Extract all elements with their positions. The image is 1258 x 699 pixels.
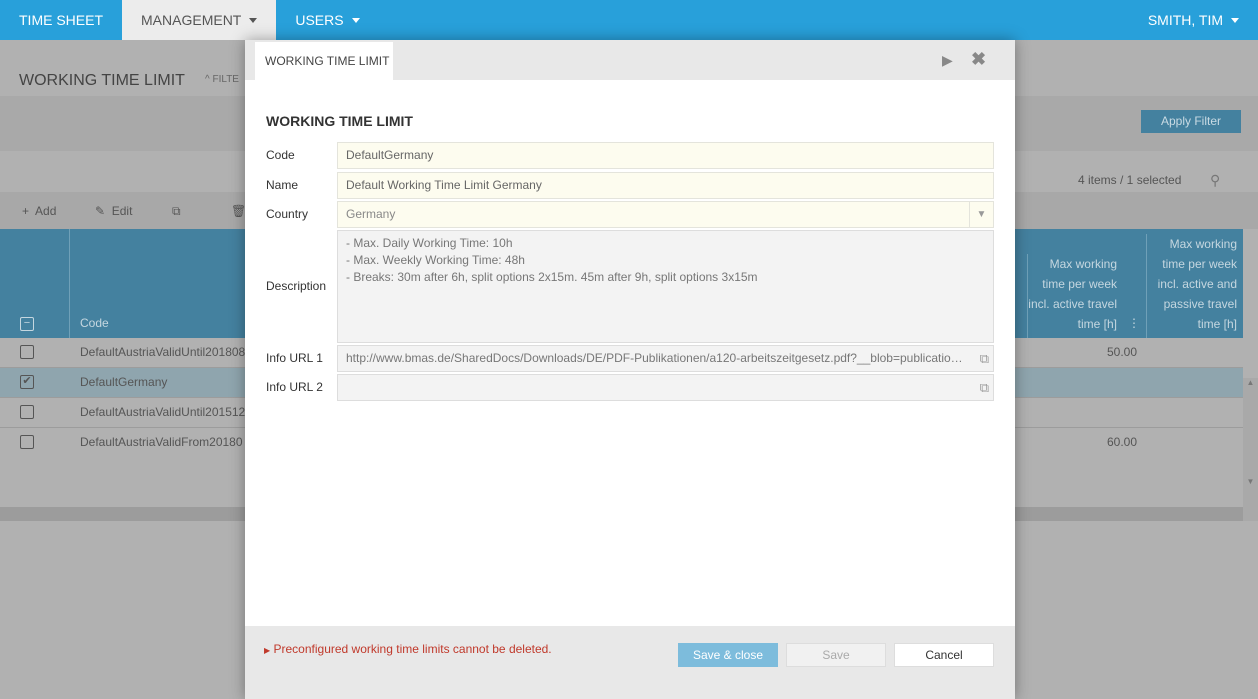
copy-icon[interactable]: ⧉: [172, 204, 181, 219]
trash-icon[interactable]: 🗑: [231, 204, 246, 218]
nav-management[interactable]: MANAGEMENT: [122, 0, 277, 40]
row-code: DefaultAustriaValidFrom20180: [80, 435, 243, 449]
edit-button[interactable]: ✎ Edit: [95, 204, 132, 218]
chevron-down-icon: [249, 18, 258, 27]
warning-message: ▶ Preconfigured working time limits cann…: [264, 642, 552, 656]
chevron-down-icon[interactable]: ▼: [969, 202, 993, 227]
row-value: 50.00: [1106, 345, 1137, 359]
warning-text: Preconfigured working time limits cannot…: [273, 642, 552, 656]
cancel-button[interactable]: Cancel: [894, 643, 994, 667]
dialog-tab[interactable]: WORKING TIME LIMIT: [255, 42, 393, 80]
close-icon[interactable]: ✖: [971, 49, 986, 70]
caret-right-icon: ▶: [264, 646, 271, 655]
user-name: SMITH, TIM: [1147, 12, 1223, 28]
column-header-week-passive[interactable]: Max working time per week incl. active a…: [1146, 234, 1237, 338]
apply-filter-button[interactable]: Apply Filter: [1141, 110, 1241, 133]
name-label: Name: [266, 178, 299, 192]
country-value: Germany: [346, 207, 396, 221]
filter-toggle[interactable]: ^ FILTE: [205, 74, 239, 85]
page-title: WORKING TIME LIMIT: [19, 72, 185, 89]
search-icon[interactable]: ⚲: [1210, 172, 1220, 189]
vertical-scrollbar[interactable]: ▲ ▼: [1243, 378, 1258, 521]
nav-users[interactable]: USERS: [276, 0, 378, 40]
form-title: WORKING TIME LIMIT: [266, 113, 413, 129]
info-url-1-field[interactable]: http://www.bmas.de/SharedDocs/Downloads/…: [337, 345, 994, 372]
name-field[interactable]: Default Working Time Limit Germany: [337, 172, 994, 199]
play-icon[interactable]: ▶: [942, 52, 953, 69]
top-nav: TIME SHEET MANAGEMENT USERS SMITH, TIM: [0, 0, 1258, 40]
country-label: Country: [266, 207, 309, 221]
info-url-1-value: http://www.bmas.de/SharedDocs/Downloads/…: [346, 351, 963, 365]
info-url-1-label: Info URL 1: [266, 351, 323, 365]
select-all-header: −: [0, 229, 70, 338]
add-label: Add: [35, 204, 57, 218]
code-label: Code: [266, 148, 295, 162]
chevron-down-icon: [351, 18, 360, 27]
description-label: Description: [266, 279, 327, 293]
filter-label: FILTE: [212, 74, 239, 85]
row-code: DefaultAustriaValidUntil201512: [80, 405, 246, 419]
row-value: 60.00: [1106, 435, 1137, 449]
plus-icon: +: [22, 204, 30, 218]
column-menu-icon[interactable]: ⋮: [1128, 316, 1140, 330]
external-link-icon[interactable]: ⧉: [980, 375, 989, 400]
dialog-header: WORKING TIME LIMIT ▶ ✖: [245, 40, 1015, 80]
select-all-checkbox[interactable]: −: [20, 317, 34, 331]
nav-users-label: USERS: [295, 12, 344, 28]
chevron-down-icon: [1231, 18, 1239, 27]
code-field[interactable]: DefaultGermany: [337, 142, 994, 169]
nav-time-sheet[interactable]: TIME SHEET: [0, 0, 122, 40]
edit-label: Edit: [111, 204, 133, 218]
pencil-icon: ✎: [95, 204, 106, 218]
column-header-code[interactable]: Code: [80, 316, 109, 330]
nav-management-label: MANAGEMENT: [141, 12, 242, 28]
save-close-button[interactable]: Save & close: [678, 643, 778, 667]
item-count: 4 items / 1 selected: [1078, 173, 1182, 187]
row-checkbox[interactable]: ✔: [20, 375, 34, 389]
description-textarea[interactable]: - Max. Daily Working Time: 10h - Max. We…: [337, 230, 994, 343]
info-url-2-field[interactable]: ⧉: [337, 374, 994, 401]
country-select[interactable]: Germany ▼: [337, 201, 994, 228]
row-checkbox[interactable]: [20, 405, 34, 419]
info-url-2-label: Info URL 2: [266, 380, 323, 394]
add-button[interactable]: + Add: [22, 204, 56, 218]
edit-dialog: WORKING TIME LIMIT ▶ ✖ WORKING TIME LIMI…: [245, 40, 1015, 699]
user-menu[interactable]: SMITH, TIM: [1129, 0, 1258, 40]
external-link-icon[interactable]: ⧉: [980, 346, 989, 371]
dialog-footer: ▶ Preconfigured working time limits cann…: [245, 626, 1015, 699]
row-code: DefaultAustriaValidUntil201808: [80, 345, 246, 359]
save-button[interactable]: Save: [786, 643, 886, 667]
row-checkbox[interactable]: [20, 435, 34, 449]
row-code: DefaultGermany: [80, 375, 168, 389]
row-checkbox[interactable]: [20, 345, 34, 359]
column-header-week-active[interactable]: Max working time per week incl. active t…: [1027, 254, 1117, 338]
